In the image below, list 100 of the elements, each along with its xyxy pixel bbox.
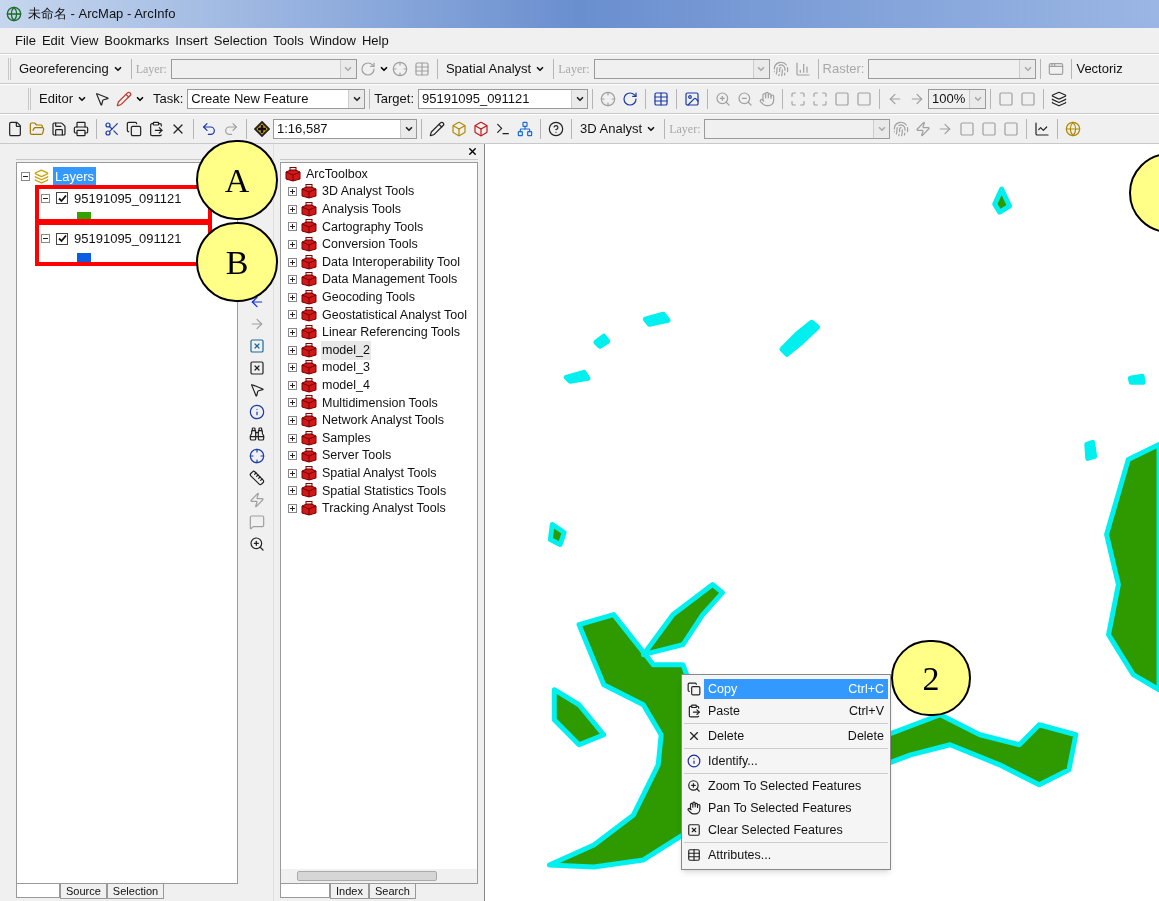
dropdown-field[interactable]: 95191095_091121 [418,89,589,109]
expand-icon[interactable] [288,468,297,478]
zoom-window-icon[interactable] [248,536,265,552]
expand-icon[interactable] [288,398,297,408]
toolbar-menu[interactable]: Editor [35,88,91,110]
caret-icon[interactable] [403,124,414,134]
clear-selection-icon[interactable] [248,360,265,376]
toolbar-menu[interactable]: Spatial Analyst [441,58,550,80]
menu-item[interactable]: Identify... [704,751,888,771]
layer-name[interactable]: 95191095_091121 [74,229,182,249]
expand-icon[interactable] [288,345,297,355]
expand-icon[interactable] [288,222,297,232]
tab[interactable] [280,884,330,898]
model-icon[interactable] [517,121,533,137]
toolbox-item[interactable]: Geostatistical Analyst Tool [321,305,468,325]
select-elements-icon[interactable] [248,338,265,354]
expand-icon[interactable] [288,486,297,496]
toolbox-title[interactable]: ArcToolbox [306,165,368,184]
box-icon[interactable] [451,121,467,137]
toolbox-item[interactable]: model_2 [321,340,371,360]
save-icon[interactable] [51,121,67,137]
menu-item[interactable]: Edit [38,30,68,51]
binoculars-icon[interactable] [248,426,265,442]
menu-item[interactable]: Delete Delete [704,726,888,746]
menu-item[interactable]: Tools [270,30,307,51]
tab[interactable]: Source [60,884,107,899]
menu-item[interactable]: Selection [210,30,271,51]
toolbox-item[interactable]: Network Analyst Tools [321,411,446,430]
toolbox-item[interactable]: 3D Analyst Tools [321,182,416,202]
expand-icon[interactable] [288,310,297,320]
toolbox-item[interactable]: Conversion Tools [321,235,419,254]
toolbar-menu[interactable]: Georeferencing [15,58,127,80]
expand-icon[interactable] [288,451,297,461]
toolbox-item[interactable]: Linear Referencing Tools [321,323,462,342]
menu-item[interactable]: Attributes... [704,845,888,865]
command-window-icon[interactable] [495,121,511,137]
table-icon[interactable] [653,91,670,107]
expand-icon[interactable] [288,363,297,373]
help-icon[interactable] [548,121,564,137]
expand-icon[interactable] [288,416,297,425]
menu-item[interactable]: Bookmarks [101,30,173,51]
toolbox-item[interactable]: Analysis Tools [321,200,402,219]
chart-icon[interactable] [1034,121,1051,137]
rotate-icon[interactable] [622,91,639,107]
toolbar-title[interactable]: Vectoriz [1076,59,1123,79]
tab[interactable] [16,884,60,898]
pointer-icon[interactable] [248,382,265,398]
toolbox-item[interactable]: model_4 [321,375,371,395]
expand-icon[interactable] [288,187,297,197]
expand-icon[interactable] [288,504,297,513]
horizontal-scrollbar[interactable] [281,869,477,883]
menu-item[interactable]: View [67,30,102,51]
copy-icon[interactable] [126,121,142,137]
layer-name[interactable]: 95191095_091121 [74,188,182,208]
expand-icon[interactable] [288,328,297,338]
menu-item[interactable]: Help [358,30,392,51]
caret-icon[interactable] [351,94,362,104]
menu-item[interactable]: Insert [172,30,211,51]
toolbox-item[interactable]: Spatial Analyst Tools [321,463,438,483]
toolbox-item[interactable]: Data Interoperability Tool [321,252,462,272]
menu-item[interactable]: Pan To Selected Features [704,798,888,818]
cut-icon[interactable] [104,121,120,137]
collapse-icon[interactable] [41,193,50,203]
expand-icon[interactable] [288,380,297,390]
toolbox-item[interactable]: Data Management Tools [321,270,459,290]
menu-item[interactable]: Zoom To Selected Features [704,776,888,796]
tab[interactable]: Index [330,884,369,899]
caret-icon[interactable] [378,64,389,74]
toolbox-item[interactable]: model_3 [321,358,371,378]
toolbox-item[interactable]: Multidimension Tools [321,393,439,413]
undo-icon[interactable] [201,121,217,137]
menu-item[interactable]: File [12,30,39,51]
printer-icon[interactable] [73,121,89,137]
menu-item[interactable]: Paste Ctrl+V [704,701,888,721]
caret-icon[interactable] [574,94,585,104]
open-folder-icon[interactable] [29,121,45,137]
tab[interactable]: Search [368,884,416,899]
layers-icon[interactable] [1051,91,1068,107]
add-data-icon[interactable] [254,121,270,137]
expand-icon[interactable] [288,204,297,214]
new-document-icon[interactable] [7,121,23,137]
dropdown-field[interactable]: 1:16,587 [273,119,417,139]
globe-icon[interactable] [1065,121,1082,137]
image-icon[interactable] [684,91,701,107]
toolbox-icon[interactable] [473,121,489,137]
caret-icon[interactable] [134,94,145,104]
toolbox-item[interactable]: Server Tools [321,446,393,466]
info-icon[interactable] [248,404,265,420]
collapse-icon[interactable] [21,172,30,182]
expand-icon[interactable] [288,292,297,302]
xy-locate-icon[interactable] [248,448,265,464]
toolbox-item[interactable]: Spatial Statistics Tools [321,481,448,501]
toolbox-item[interactable]: Samples [321,428,372,448]
collapse-icon[interactable] [41,234,50,244]
toolbox-item[interactable]: Geocoding Tools [321,288,416,307]
toolbox-item[interactable]: Cartography Tools [321,217,425,237]
close-icon[interactable] [467,146,478,157]
expand-icon[interactable] [288,257,297,267]
expand-icon[interactable] [288,240,297,250]
pointer-icon[interactable] [93,91,110,107]
